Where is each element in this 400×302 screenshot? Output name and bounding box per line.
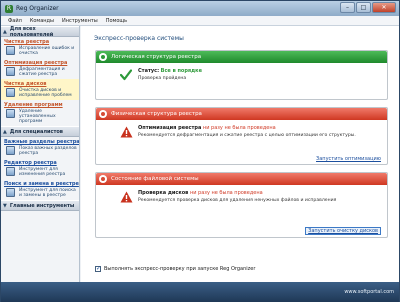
expand-arrow-icon: ▼ [3,202,7,209]
sidebar-subitem[interactable]: Очистка дисков и исправление проблем [6,88,77,98]
start-optimization-link[interactable]: Запустить оптимизацию [316,156,381,162]
sidebar-subitem[interactable]: Инструмент для поиска и замены в реестре [6,188,77,198]
status-value: ни разу не была проведена [202,125,276,131]
watermark-text: www.softportal.com [344,289,394,295]
status-label: Проверка дисков [138,190,189,196]
panel-header-title: Физическая структура реестра [111,111,202,117]
express-check-label: Выполнять экспресс-проверку при запуске … [104,266,256,272]
sidebar-group-registry-editor: Редактор реестра Инструмент для изменени… [1,158,79,179]
main-content: Экспресс-проверка системы Логическая стр… [81,26,399,282]
sidebar-section-main-tools[interactable]: ▼ Главные инструменты [1,200,79,211]
panel-header: Физическая структура реестра [96,108,387,120]
sidebar-link-disk-cleaning[interactable]: Чистка дисков [4,81,77,87]
sidebar-subitem[interactable]: Удаление установленных программ [6,109,77,124]
status-value: Все в порядке [160,68,202,74]
status-description: Проверка пройдена [138,76,187,81]
panel-physical-structure: Физическая структура реестра Оптимизация… [95,107,388,165]
status-description: Рекомендуется проверка дисков для удален… [138,198,337,203]
status-line: Статус: Все в порядке [138,68,381,74]
fix-errors-icon [6,46,15,55]
sidebar-section-title: Для всех пользователей [9,26,54,38]
sidebar-link-important-keys[interactable]: Важные разделы реестра [4,139,79,145]
sidebar-link-search-replace[interactable]: Поиск и замена в реестре [4,181,79,187]
window-title: Reg Organizer [16,5,59,12]
collapse-arrow-icon: ▲ [3,128,7,135]
uninstall-icon [6,109,15,118]
panel-body: Проверка дисков ни разу не была проведен… [96,185,387,238]
sidebar: ▲ Для всех пользователей Чистка реестра … [1,26,80,282]
sidebar-section-title: Главные инструменты [9,202,75,209]
sidebar-link-registry-optimization[interactable]: Оптимизация реестра [4,60,77,66]
collapse-arrow-icon: ▲ [3,28,7,35]
sidebar-link-uninstall[interactable]: Удаление программ [4,102,77,108]
status-line: Проверка дисков ни разу не была проведен… [138,190,381,196]
express-check-checkbox[interactable] [95,265,101,272]
sidebar-subitem[interactable]: Дефрагментация и сжатие реестра [6,67,77,77]
sidebar-link-registry-cleaning[interactable]: Чистка реестра [4,39,77,45]
sidebar-section-specialists[interactable]: ▲ Для специалистов [1,126,79,137]
title-bar[interactable]: R Reg Organizer – □ ✕ [1,1,399,16]
panel-header-title: Логическая структура реестра [111,54,202,60]
menu-commands[interactable]: Команды [26,18,58,24]
warning-icon [120,126,133,138]
checkmark-icon [120,69,132,81]
sidebar-subitem[interactable]: Инструмент для изменения реестра [6,167,77,177]
sidebar-section-all-users[interactable]: ▲ Для всех пользователей [1,26,79,38]
window-controls: – □ ✕ [340,2,396,13]
panel-body: Оптимизация реестра ни разу не была пров… [96,120,387,165]
page-title: Экспресс-проверка системы [94,35,184,42]
menu-file[interactable]: Файл [4,18,26,24]
minimize-button[interactable]: – [340,2,355,13]
express-check-option: Выполнять экспресс-проверку при запуске … [95,265,256,272]
panel-header-title: Состояние файловой системы [111,176,199,182]
registry-editor-icon [6,167,15,176]
status-label: Статус: [138,68,160,74]
sidebar-subitem-label: Инструмент для поиска и замены в реестре [19,188,76,198]
sidebar-subitem[interactable]: Показ важных разделов реестра [6,146,77,156]
sidebar-subitem-label: Очистка дисков и исправление проблем [19,88,72,98]
close-button[interactable]: ✕ [372,2,396,13]
status-warning-icon [99,175,107,183]
status-ok-icon [99,53,107,61]
warning-icon [120,191,133,203]
sidebar-group-disk-cleaning: Чистка дисков Очистка дисков и исправлен… [1,79,79,100]
maximize-button[interactable]: □ [356,2,371,13]
status-line: Оптимизация реестра ни разу не была пров… [138,125,381,131]
menu-help[interactable]: Помощь [102,18,131,24]
sidebar-group-important-keys: Важные разделы реестра Показ важных разд… [1,137,79,158]
status-description: Рекомендуется дефрагментация и сжатие ре… [138,133,356,138]
sidebar-group-registry-cleaning: Чистка реестра Исправление ошибок и очис… [1,37,79,58]
sidebar-subitem-label: Удаление установленных программ [19,109,56,124]
sidebar-subitem-label: Исправление ошибок и очистка [19,46,75,56]
sidebar-group-search-replace: Поиск и замена в реестре Инструмент для … [1,179,79,200]
panel-body: Статус: Все в порядке Проверка пройдена [96,63,387,86]
sidebar-section-title: Для специалистов [9,128,63,135]
sidebar-subitem-label: Показ важных разделов реестра [19,146,77,156]
sidebar-link-registry-editor[interactable]: Редактор реестра [4,160,77,166]
registry-keys-icon [6,146,15,155]
status-label: Оптимизация реестра [138,125,202,131]
sidebar-subitem-label: Инструмент для изменения реестра [19,167,66,177]
taskbar: www.softportal.com [1,282,399,302]
menu-tools[interactable]: Инструменты [58,18,102,24]
sidebar-subitem[interactable]: Исправление ошибок и очистка [6,46,77,56]
sidebar-group-registry-optimization: Оптимизация реестра Дефрагментация и сжа… [1,58,79,79]
start-disk-cleanup-button[interactable]: Запустить очистку дисков [305,227,381,235]
panel-logical-structure: Логическая структура реестра Статус: Все… [95,50,388,100]
app-logo-icon: R [5,4,13,13]
panel-header: Логическая структура реестра [96,51,387,63]
status-warning-icon [99,110,107,118]
app-window: R Reg Organizer – □ ✕ Файл Команды Инстр… [0,0,400,302]
sidebar-subitem-label: Дефрагментация и сжатие реестра [19,67,65,77]
status-value: ни разу не была проведена [189,190,263,196]
disk-cleanup-icon [6,88,15,97]
menu-bar: Файл Команды Инструменты Помощь [1,16,399,26]
search-replace-icon [6,188,15,197]
sidebar-group-uninstall: Удаление программ Удаление установленных… [1,100,79,126]
panel-header: Состояние файловой системы [96,173,387,185]
panel-file-system: Состояние файловой системы Проверка диск… [95,172,388,238]
defrag-icon [6,67,15,76]
